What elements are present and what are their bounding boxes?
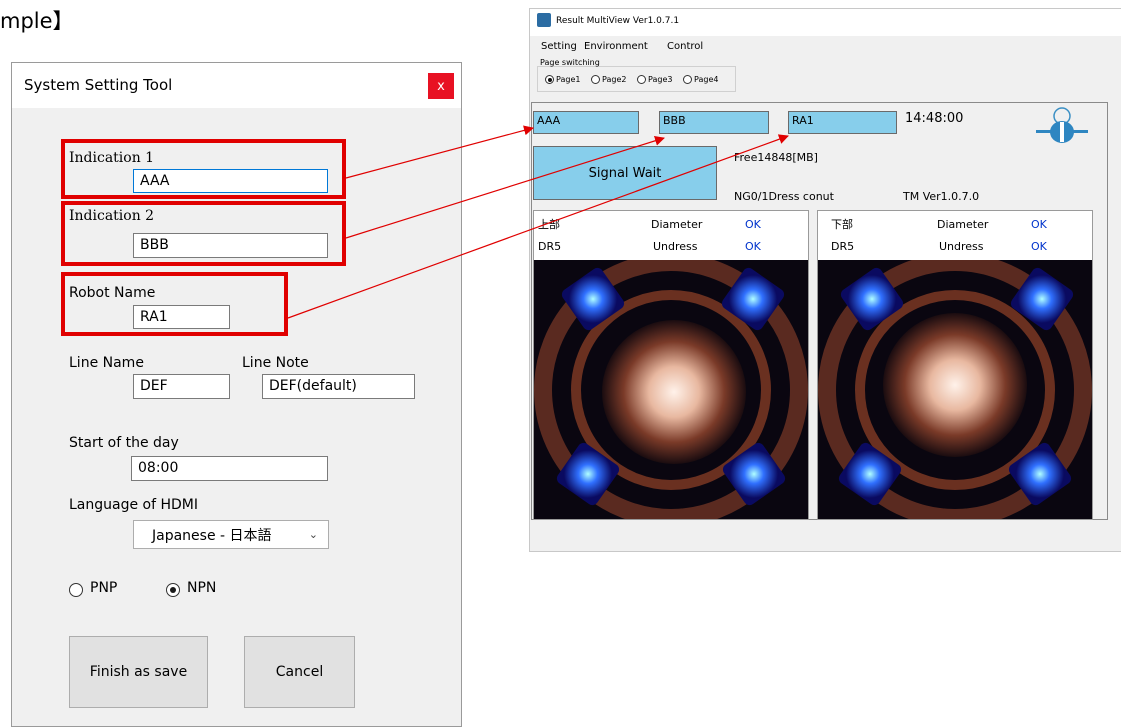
arrow-indication1 — [345, 125, 534, 179]
arrow-indication2 — [345, 135, 665, 239]
connector-arrows — [287, 125, 789, 319]
arrow-robot-name — [287, 134, 789, 319]
